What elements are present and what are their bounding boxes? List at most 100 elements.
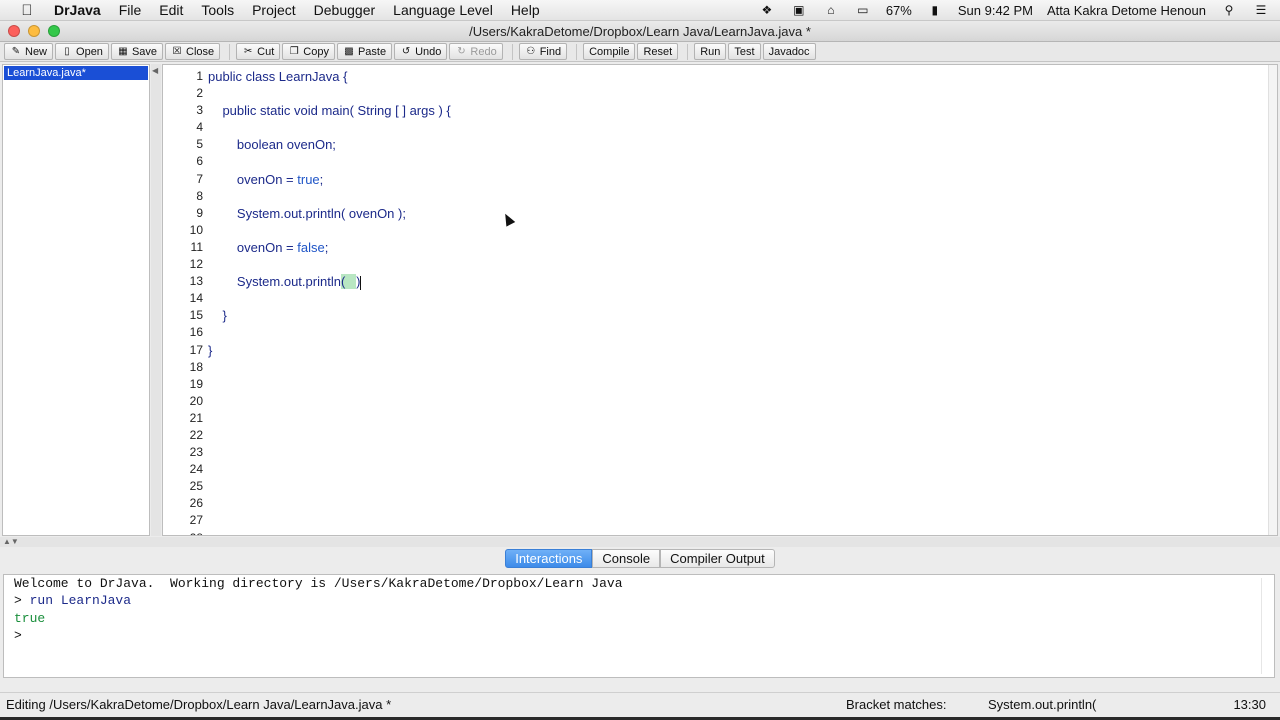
code-text: ; <box>319 171 324 187</box>
compile-button[interactable]: Compile <box>583 43 636 60</box>
line-number: 23 <box>189 445 203 460</box>
code-line[interactable]: boolean ovenOn; <box>208 133 451 153</box>
find-button[interactable]: ⚇ Find <box>518 43 568 60</box>
menu-project[interactable]: Project <box>252 2 296 18</box>
paste-label: Paste <box>357 45 387 58</box>
open-label: Open <box>76 45 103 58</box>
new-file-icon: ✎ <box>11 46 21 57</box>
horizontal-split-handle[interactable]: ▲▼ <box>0 537 1280 547</box>
copy-icon: ❐ <box>289 46 299 57</box>
apple-logo-icon[interactable]:  <box>0 2 54 19</box>
bracket-match-highlight: ( <box>340 274 357 290</box>
airplay-icon[interactable]: ▭ <box>854 3 872 17</box>
input-prompt[interactable]: > <box>4 627 1274 644</box>
toolbar: ✎ New ▯ Open ▦ Save ☒ Close ✂ Cut ❐ Copy ▩ Past… <box>0 42 1280 62</box>
menu-edit[interactable]: Edit <box>159 2 183 18</box>
line-number: 14 <box>189 291 203 306</box>
code-text: System.out.println <box>208 274 341 290</box>
copy-label: Copy <box>303 45 329 58</box>
clock[interactable]: Sun 9:42 PM <box>958 3 1033 18</box>
tab-console[interactable]: Console <box>592 549 661 568</box>
code-line[interactable]: public static void main( String [ ] args… <box>208 99 450 118</box>
code-line[interactable]: ovenOn = false; <box>208 236 451 255</box>
new-button[interactable]: ✎ New <box>4 43 54 60</box>
scissors-icon: ✂ <box>243 46 253 57</box>
tab-compiler-output[interactable]: Compiler Output <box>660 549 775 568</box>
code-editor[interactable]: 1 2 3 4 5 6 7 8 9 10 11 12 13 14 15 16 17 18 19 20 21 22 23 24 2… <box>162 64 1278 536</box>
code-line[interactable]: public class LearnJava { <box>208 65 451 84</box>
menu-language-level[interactable]: Language Level <box>393 2 493 18</box>
battery-percentage[interactable]: 67% <box>886 3 912 18</box>
save-button[interactable]: ▦ Save <box>110 43 164 60</box>
clipboard-icon: ▩ <box>344 46 354 57</box>
code-text: ; <box>324 239 329 255</box>
notification-center-icon[interactable]: ☰ <box>1252 3 1270 17</box>
text-caret <box>360 275 362 290</box>
close-file-icon: ☒ <box>172 46 182 57</box>
code-line[interactable] <box>208 150 451 167</box>
line-number: 3 <box>196 103 203 118</box>
menu-debugger[interactable]: Debugger <box>314 2 376 18</box>
code-line[interactable]: } <box>208 339 451 358</box>
close-label: Close <box>186 45 215 58</box>
cut-button[interactable]: ✂ Cut <box>236 43 281 60</box>
code-text: boolean ovenOn; <box>208 137 336 153</box>
screen-record-icon[interactable]: ▣ <box>790 3 808 17</box>
code-text: } <box>208 342 213 358</box>
spotlight-search-icon[interactable]: ⚲ <box>1220 3 1238 17</box>
interactions-scrollbar[interactable] <box>1261 578 1272 674</box>
code-line[interactable]: System.out.println( ) <box>208 270 451 290</box>
interaction-line: > run LearnJava <box>4 592 1274 609</box>
window-titlebar: /Users/KakraDetome/Dropbox/Learn Java/Le… <box>0 21 1280 42</box>
undo-button[interactable]: ↺ Undo <box>394 43 448 60</box>
paste-button[interactable]: ▩ Paste <box>336 43 393 60</box>
redo-button[interactable]: ↻ Redo <box>449 43 503 60</box>
vertical-split-handle[interactable]: ◀ <box>151 64 161 536</box>
find-label: Find <box>539 45 562 58</box>
copy-button[interactable]: ❐ Copy <box>282 43 335 60</box>
editor-scrollbar[interactable] <box>1268 65 1277 535</box>
line-number: 20 <box>189 393 203 408</box>
tab-interactions[interactable]: Interactions <box>505 549 593 568</box>
run-button[interactable]: Run <box>694 43 727 60</box>
code-line[interactable] <box>208 321 451 338</box>
file-item-learnjava[interactable]: LearnJava.java* <box>4 66 148 80</box>
menu-help[interactable]: Help <box>511 2 540 18</box>
line-number: 18 <box>189 359 203 374</box>
javadoc-button[interactable]: Javadoc <box>762 43 816 60</box>
code-text: ovenOn = <box>208 171 298 187</box>
save-disk-icon: ▦ <box>118 46 128 57</box>
menu-tools[interactable]: Tools <box>201 2 234 18</box>
code-area[interactable]: public class LearnJava { public static v… <box>208 65 451 358</box>
battery-icon[interactable]: ▮ <box>926 3 944 17</box>
toolbar-separator <box>576 43 578 60</box>
open-files-list: LearnJava.java* <box>2 64 150 536</box>
wifi-icon[interactable]: ⌂ <box>822 3 840 17</box>
prompt: > <box>14 593 30 609</box>
menu-file[interactable]: File <box>119 2 142 18</box>
cursor-position: 13:30 <box>1233 697 1266 712</box>
bracket-matches-label: Bracket matches: <box>846 697 947 712</box>
redo-label: Redo <box>470 45 497 58</box>
app-menu-drjava[interactable]: DrJava <box>54 2 101 18</box>
interactions-pane[interactable]: Welcome to DrJava. Working directory is … <box>3 574 1275 678</box>
split-arrows-icon[interactable]: ▲▼ <box>3 537 19 546</box>
reset-button[interactable]: Reset <box>637 43 679 60</box>
close-button[interactable]: ☒ Close <box>165 43 221 60</box>
test-button[interactable]: Test <box>728 43 761 60</box>
line-number: 27 <box>189 513 203 528</box>
line-number: 22 <box>189 427 203 442</box>
collapse-arrow-icon[interactable]: ◀ <box>152 66 158 75</box>
undo-icon: ↺ <box>401 46 411 57</box>
code-line[interactable]: } <box>208 304 451 323</box>
macos-menu-bar:  DrJava File Edit Tools Project Debugge… <box>0 0 1280 21</box>
line-number: 11 <box>190 239 203 254</box>
code-line[interactable]: System.out.println( ovenOn ); <box>208 202 451 221</box>
redo-icon: ↻ <box>457 46 466 57</box>
code-line[interactable]: ovenOn = true; <box>208 168 451 187</box>
line-number: 13 <box>189 274 203 289</box>
dropbox-icon[interactable]: ❖ <box>758 3 776 17</box>
open-button[interactable]: ▯ Open <box>55 43 109 60</box>
open-folder-icon: ▯ <box>64 46 70 57</box>
user-name[interactable]: Atta Kakra Detome Henoun <box>1047 3 1206 18</box>
